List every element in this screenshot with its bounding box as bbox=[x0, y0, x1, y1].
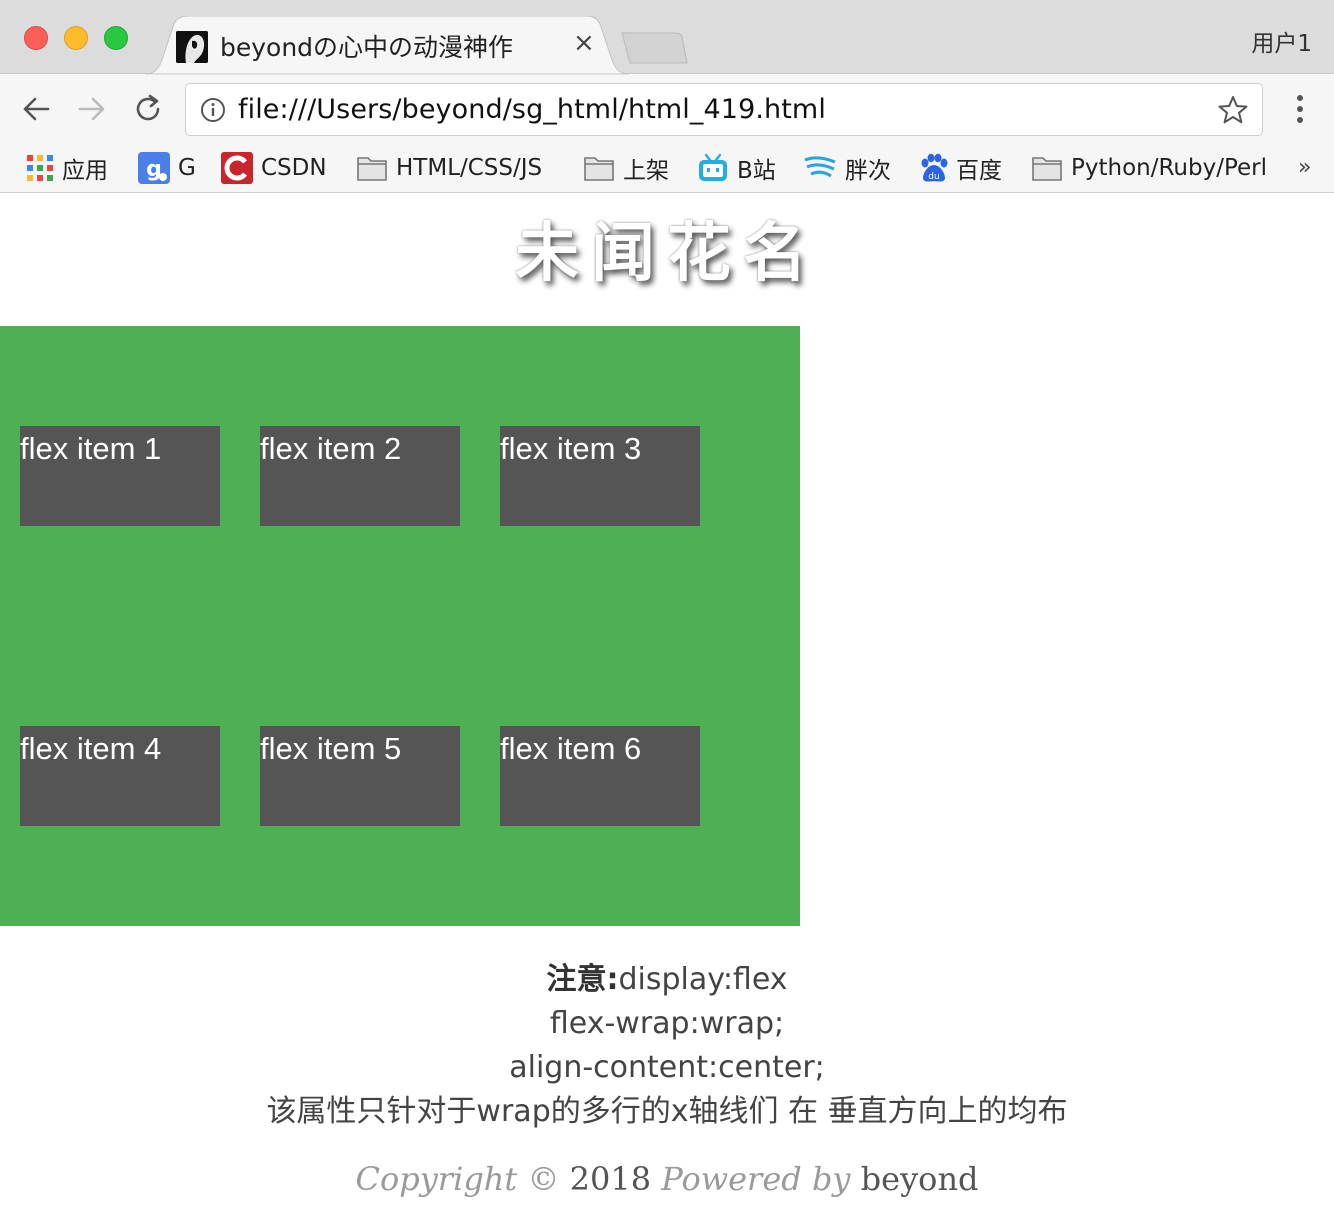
flex-item: flex item 5 bbox=[260, 726, 460, 826]
folder-icon bbox=[1031, 154, 1063, 182]
baidu-paw-icon: du bbox=[918, 153, 948, 183]
svg-text:du: du bbox=[928, 172, 939, 182]
copyright-footer: Copyright © 2018 Powered by beyond bbox=[0, 1160, 1334, 1198]
close-window-button[interactable] bbox=[24, 26, 48, 50]
back-button[interactable] bbox=[18, 91, 54, 127]
bookmark-pangci[interactable]: 胖次 bbox=[803, 149, 891, 187]
tab-close-button[interactable]: × bbox=[573, 28, 595, 58]
flex-item: flex item 3 bbox=[500, 426, 700, 526]
csdn-icon bbox=[221, 152, 253, 184]
folder-icon bbox=[356, 154, 388, 182]
page-title: 未闻花名 bbox=[515, 217, 819, 291]
flex-item: flex item 4 bbox=[20, 726, 220, 826]
note-label: 注意: bbox=[546, 962, 619, 997]
menu-dots-icon[interactable] bbox=[1288, 93, 1312, 125]
google-icon: g bbox=[138, 152, 170, 184]
forward-button[interactable] bbox=[74, 91, 110, 127]
bookmark-csdn[interactable]: CSDN bbox=[221, 149, 327, 187]
bookmark-label: 应用 bbox=[62, 158, 108, 184]
bookmark-label: G bbox=[178, 155, 196, 181]
bookmark-bilibili[interactable]: B站 bbox=[697, 149, 776, 187]
flex-item: flex item 1 bbox=[20, 426, 220, 526]
flex-item: flex item 2 bbox=[260, 426, 460, 526]
copyright-author: beyond bbox=[860, 1160, 979, 1198]
copyright-prefix: Copyright © bbox=[355, 1160, 560, 1198]
address-bar[interactable]: file:///Users/beyond/sg_html/html_419.ht… bbox=[185, 83, 1263, 136]
flex-item: flex item 6 bbox=[500, 726, 700, 826]
note-line: 该属性只针对于wrap的多行的x轴线们 在 垂直方向上的均布 bbox=[266, 1094, 1068, 1129]
wave-icon bbox=[803, 154, 837, 182]
info-icon[interactable] bbox=[200, 97, 226, 123]
tab-strip: beyondの心中の动漫神作 × 用户1 bbox=[0, 0, 1334, 75]
bookmark-label: CSDN bbox=[261, 155, 327, 181]
bookmark-label: B站 bbox=[737, 158, 776, 184]
note-text: display:flex bbox=[618, 962, 788, 997]
bookmarks-bar: 应用 g G CSDN HTML/CSS/JS 上架 B站 胖次 du 百度 P… bbox=[0, 145, 1334, 193]
bookmark-apps[interactable]: 应用 bbox=[26, 149, 108, 187]
note-line: 注意:display:flex bbox=[0, 958, 1334, 1002]
copyright-year: 2018 bbox=[569, 1160, 652, 1198]
forward-arrow-icon bbox=[78, 97, 105, 121]
back-arrow-icon bbox=[23, 97, 50, 121]
bookmark-g[interactable]: g G bbox=[138, 149, 196, 187]
folder-icon bbox=[583, 154, 615, 182]
bookmark-label: Python/Ruby/Perl bbox=[1071, 155, 1268, 181]
active-tab[interactable]: beyondの心中の动漫神作 × bbox=[145, 16, 629, 75]
url-text[interactable]: file:///Users/beyond/sg_html/html_419.ht… bbox=[238, 94, 826, 125]
new-tab-button[interactable] bbox=[620, 32, 688, 64]
apps-grid-icon bbox=[26, 154, 54, 182]
bilibili-icon bbox=[697, 153, 729, 183]
bookmark-star-icon[interactable] bbox=[1218, 95, 1248, 125]
profile-label[interactable]: 用户1 bbox=[1251, 24, 1312, 58]
tab-title: beyondの心中の动漫神作 bbox=[220, 33, 514, 62]
bookmark-folder-python[interactable]: Python/Ruby/Perl bbox=[1031, 149, 1267, 187]
bookmarks-overflow-button[interactable]: » bbox=[1298, 155, 1311, 180]
bookmark-label: 百度 bbox=[956, 158, 1002, 184]
page-content: 未闻花名 flex item 1 flex item 2 flex item 3… bbox=[0, 194, 1334, 1216]
bookmark-label: 上架 bbox=[623, 158, 669, 184]
minimize-window-button[interactable] bbox=[64, 26, 88, 50]
reload-button[interactable] bbox=[130, 91, 166, 127]
notes-block: 注意:display:flex flex-wrap:wrap; align-co… bbox=[0, 958, 1334, 1134]
note-line: align-content:center; bbox=[509, 1050, 825, 1085]
reload-icon bbox=[136, 94, 160, 121]
flex-container: flex item 1 flex item 2 flex item 3 flex… bbox=[0, 326, 800, 926]
powered-by: Powered by bbox=[661, 1160, 851, 1198]
bookmark-label: 胖次 bbox=[845, 158, 891, 184]
maximize-window-button[interactable] bbox=[104, 26, 128, 50]
bookmark-label: HTML/CSS/JS bbox=[396, 155, 543, 181]
browser-toolbar: file:///Users/beyond/sg_html/html_419.ht… bbox=[0, 75, 1334, 145]
bookmark-folder-shangjia[interactable]: 上架 bbox=[583, 149, 669, 187]
tab-favicon-icon bbox=[176, 31, 208, 63]
note-line: flex-wrap:wrap; bbox=[549, 1006, 785, 1041]
bookmark-folder-html[interactable]: HTML/CSS/JS bbox=[356, 149, 542, 187]
bookmark-baidu[interactable]: du 百度 bbox=[918, 149, 1002, 187]
